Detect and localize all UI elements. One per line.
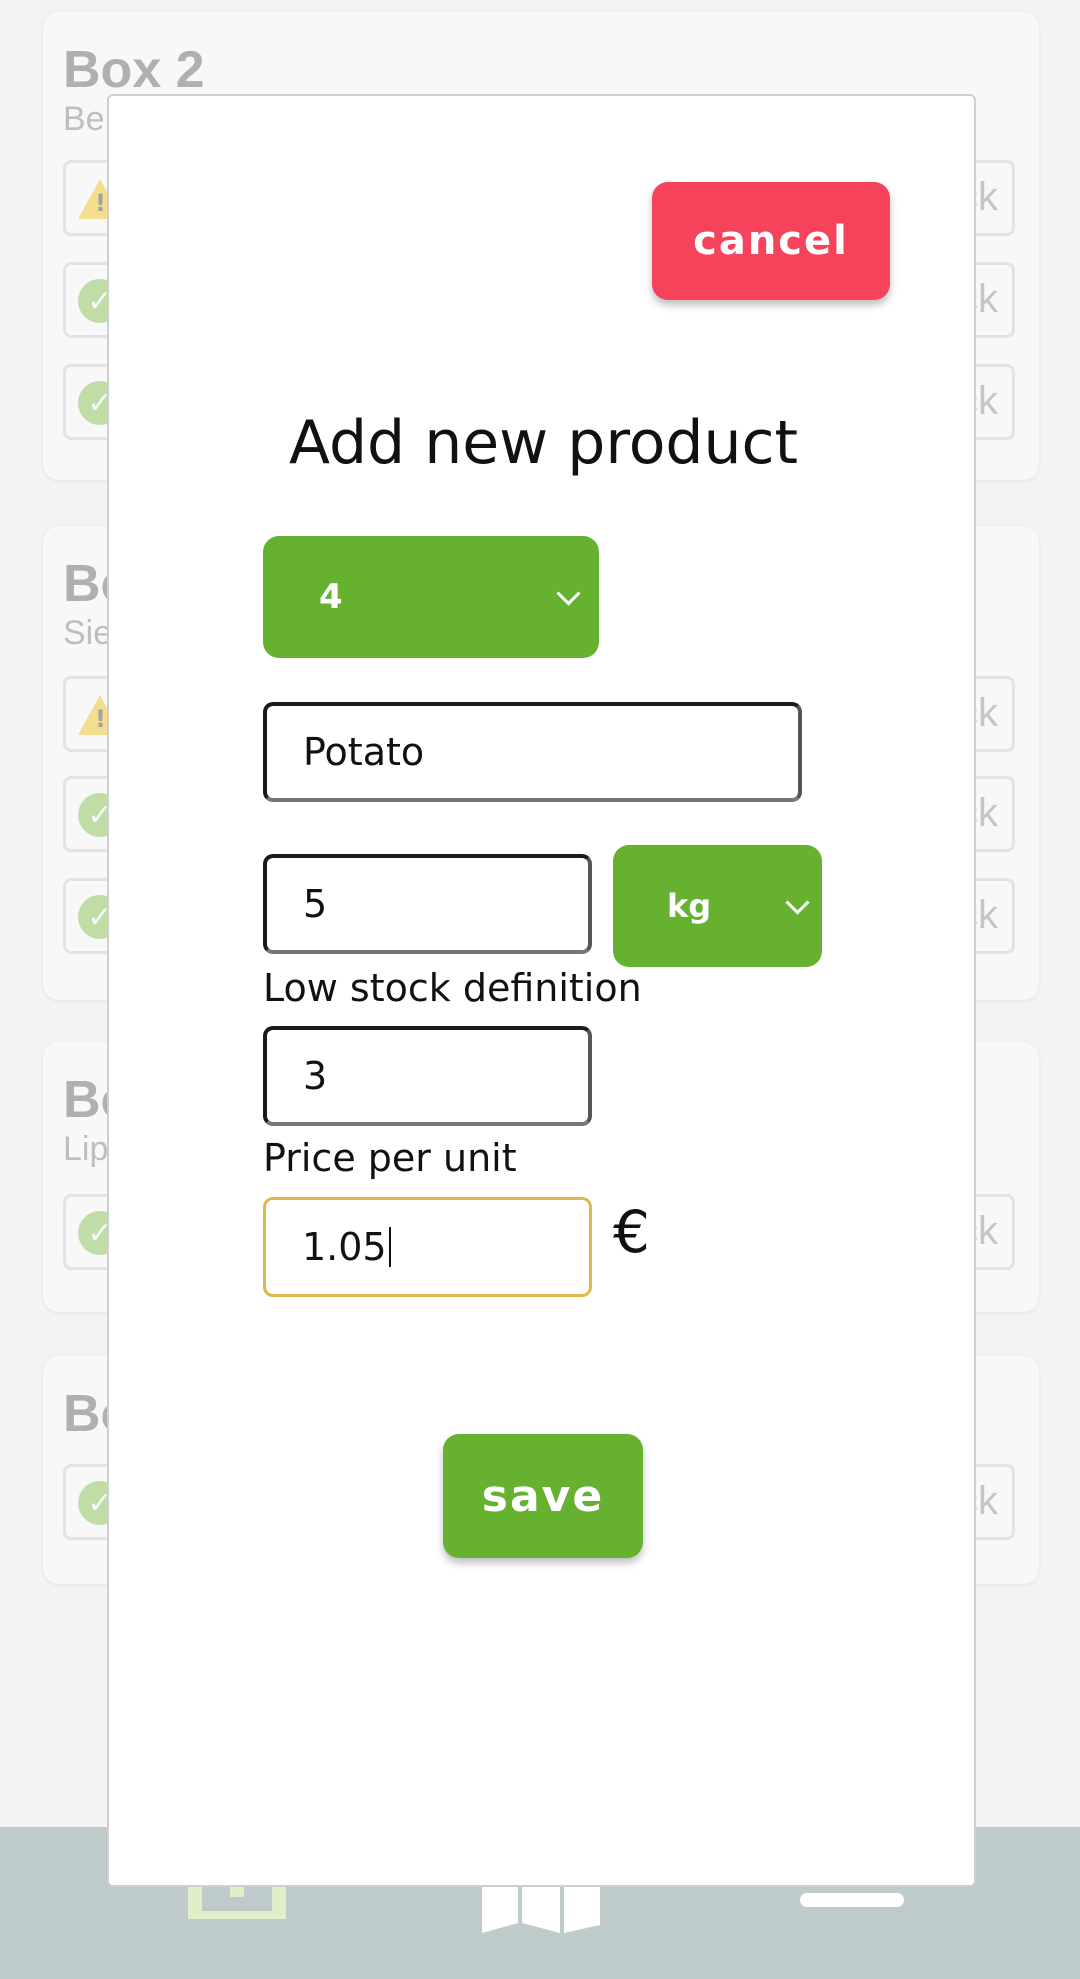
category-select-value: 4 xyxy=(319,577,343,617)
box-subtitle: Sie xyxy=(63,614,113,652)
price-label: Price per unit xyxy=(263,1136,517,1180)
unit-select[interactable]: kg xyxy=(613,845,822,967)
low-stock-input[interactable]: 3 xyxy=(263,1026,592,1126)
box-subtitle: Lip xyxy=(63,1130,109,1168)
unit-select-value: kg xyxy=(667,887,712,925)
dialog-title: Add new product xyxy=(288,408,799,478)
category-select[interactable]: 4 xyxy=(263,536,599,658)
text-caret xyxy=(388,1227,391,1267)
save-button[interactable]: save xyxy=(443,1434,643,1558)
quantity-value: 5 xyxy=(303,882,328,926)
chevron-down-icon xyxy=(556,581,581,606)
currency-symbol: € xyxy=(613,1198,650,1266)
chevron-down-icon xyxy=(785,890,810,915)
add-product-dialog: cancel Add new product 4 Potato 5 kg Low… xyxy=(107,94,976,1887)
price-input[interactable]: 1.05 xyxy=(263,1197,592,1297)
product-name-input[interactable]: Potato xyxy=(263,702,802,802)
quantity-input[interactable]: 5 xyxy=(263,854,592,954)
box-title: Box 2 xyxy=(63,41,205,99)
low-stock-value: 3 xyxy=(303,1054,328,1098)
cancel-button[interactable]: cancel xyxy=(652,182,890,300)
price-value: 1.05 xyxy=(302,1225,387,1269)
low-stock-label: Low stock definition xyxy=(263,966,642,1010)
product-name-value: Potato xyxy=(303,730,425,774)
box-subtitle: Be xyxy=(63,100,105,138)
